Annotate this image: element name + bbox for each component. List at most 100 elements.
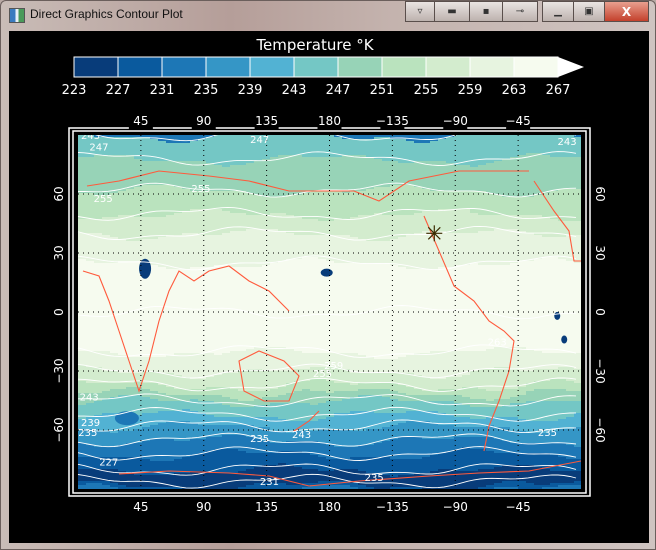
contour-cell [142,191,150,193]
contour-cell [462,153,470,155]
contour-cell [430,255,438,257]
contour-cell [310,163,318,165]
contour-cell [494,271,502,273]
contour-cell [78,171,86,173]
contour-cell [390,215,398,217]
contour-cell [126,257,134,259]
contour-cell [222,141,230,143]
contour-cell [334,157,342,159]
contour-cell [206,285,214,287]
contour-cell [78,239,86,241]
contour-cell [414,277,422,279]
contour-cell [350,237,358,239]
contour-cell [294,263,302,265]
contour-cell [286,183,294,185]
contour-cell [246,175,254,177]
contour-cell [566,191,574,193]
contour-cell [102,213,110,215]
contour-cell [502,177,510,179]
contour-cell [150,289,158,291]
contour-cell [518,199,526,201]
contour-cell [190,171,198,173]
contour-cell [326,171,334,173]
contour-cell [222,247,230,249]
contour-cell [302,259,310,261]
contour-cell [390,175,398,177]
contour-cell [294,241,302,243]
contour-cell [518,253,526,255]
contour-cell [134,141,142,143]
contour-cell [166,275,174,277]
contour-cell [470,235,478,237]
contour-cell [470,157,478,159]
contour-cell [78,155,86,157]
contour-cell [166,225,174,227]
contour-cell [486,161,494,163]
contour-cell [422,279,430,281]
contour-cell [270,273,278,275]
contour-cell [414,275,422,277]
contour-cell [86,211,94,213]
contour-cell [574,195,581,197]
contour-cell [230,145,238,147]
dot-button[interactable]: ▪ [469,1,503,22]
contour-cell [158,271,166,273]
toolbar-button[interactable]: ▬ [434,1,470,22]
contour-cell [398,231,406,233]
contour-cell [350,145,358,147]
contour-cell [166,157,174,159]
minimize-button[interactable]: ▁ [542,1,574,22]
contour-cell [486,149,494,151]
contour-cell [294,201,302,203]
contour-cell [478,233,486,235]
contour-cell [246,155,254,157]
contour-cell [142,201,150,203]
contour-cell [350,171,358,173]
contour-cell [334,279,342,281]
contour-cell [294,141,302,143]
title-bar[interactable]: Direct Graphics Contour Plot ▿ ▬ ▪ ⊸ ▁ ▣ X [1,1,655,29]
contour-cell [550,277,558,279]
contour-cell [430,141,438,143]
contour-cell [558,175,566,177]
contour-cell [158,173,166,175]
contour-cell [478,227,486,229]
contour-cell [510,229,518,231]
maximize-button[interactable]: ▣ [573,1,605,22]
contour-cell [142,223,150,225]
contour-cell [334,239,342,241]
contour-cell [246,223,254,225]
contour-cell [150,209,158,211]
contour-cell [366,223,374,225]
contour-cell [334,265,342,267]
contour-cell [430,193,438,195]
contour-cell [382,261,390,263]
contour-cell [318,173,326,175]
contour-cell [502,221,510,223]
contour-cell [270,161,278,163]
contour-cell [126,241,134,243]
contour-cell [182,185,190,187]
contour-cell [510,201,518,203]
contour-cell [350,269,358,271]
contour-cell [318,249,326,251]
contour-cell [126,265,134,267]
contour-cell [494,191,502,193]
close-button[interactable]: X [604,1,649,22]
contour-cell [102,273,110,275]
contour-cell [102,189,110,191]
contour-cell [534,267,542,269]
contour-cell [518,289,526,291]
contour-cell [198,227,206,229]
contour-cell [334,209,342,211]
contour-cell [118,253,126,255]
contour-cell [174,243,182,245]
contour-cell [286,161,294,163]
contour-cell [438,217,446,219]
contour-cell [286,253,294,255]
pin-button[interactable]: ⊸ [502,1,538,22]
contour-cell [222,137,230,139]
contour-cell [438,157,446,159]
contour-cell [262,181,270,183]
menu-button[interactable]: ▿ [405,1,435,22]
